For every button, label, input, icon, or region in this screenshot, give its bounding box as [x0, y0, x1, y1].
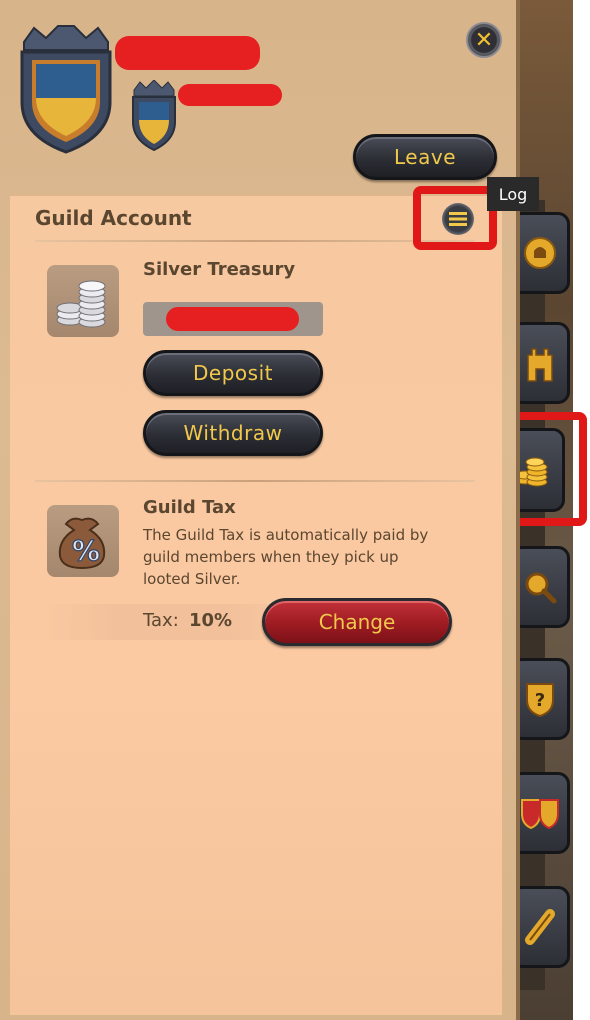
silver-treasury-title: Silver Treasury	[143, 259, 296, 280]
guild-tax-description-line-2: guild members when they pick up	[143, 548, 399, 566]
money-bag-percent-icon: %	[58, 517, 106, 570]
guild-tax-title: Guild Tax	[143, 497, 236, 518]
silver-balance-redaction	[166, 307, 299, 331]
close-button[interactable]: ✕	[466, 22, 502, 58]
deposit-button[interactable]: Deposit	[143, 350, 323, 396]
alliance-crest-icon	[132, 80, 176, 152]
guild-tax-description-line-1: The Guild Tax is automatically paid by	[143, 526, 429, 544]
tax-label: Tax:	[143, 610, 179, 631]
deposit-button-label: Deposit	[193, 361, 273, 385]
shields-icon	[521, 799, 559, 830]
guild-crest-icon	[20, 25, 112, 154]
log-tooltip-text: Log	[498, 184, 528, 204]
scroll-icon	[525, 909, 555, 945]
leave-button[interactable]: Leave	[353, 134, 497, 180]
section-title: Guild Account	[35, 206, 192, 230]
svg-text:?: ?	[535, 690, 545, 711]
silver-coins-icon	[56, 280, 106, 328]
guild-name-redaction	[115, 36, 260, 70]
question-shield-icon: ?	[526, 683, 554, 718]
guild-tax-icon-box: %	[47, 505, 119, 577]
alliance-name-redaction	[178, 84, 282, 106]
change-tax-button[interactable]: Change	[262, 598, 452, 646]
silver-treasury-icon-box	[47, 265, 119, 337]
log-tooltip: Log	[487, 177, 539, 211]
magnifier-icon	[525, 572, 557, 604]
tower-icon	[527, 348, 553, 382]
svg-text:%: %	[72, 534, 100, 567]
close-icon: ✕	[474, 27, 494, 53]
tax-value: 10%	[189, 610, 233, 631]
change-tax-button-label: Change	[318, 610, 396, 634]
guild-tax-description-line-3: looted Silver.	[143, 570, 241, 588]
withdraw-button-label: Withdraw	[183, 421, 283, 445]
withdraw-button[interactable]: Withdraw	[143, 410, 323, 456]
divider	[35, 240, 475, 242]
bell-icon	[524, 237, 556, 269]
divider	[35, 480, 475, 482]
log-button-highlight	[413, 186, 497, 250]
leave-button-label: Leave	[394, 145, 456, 169]
